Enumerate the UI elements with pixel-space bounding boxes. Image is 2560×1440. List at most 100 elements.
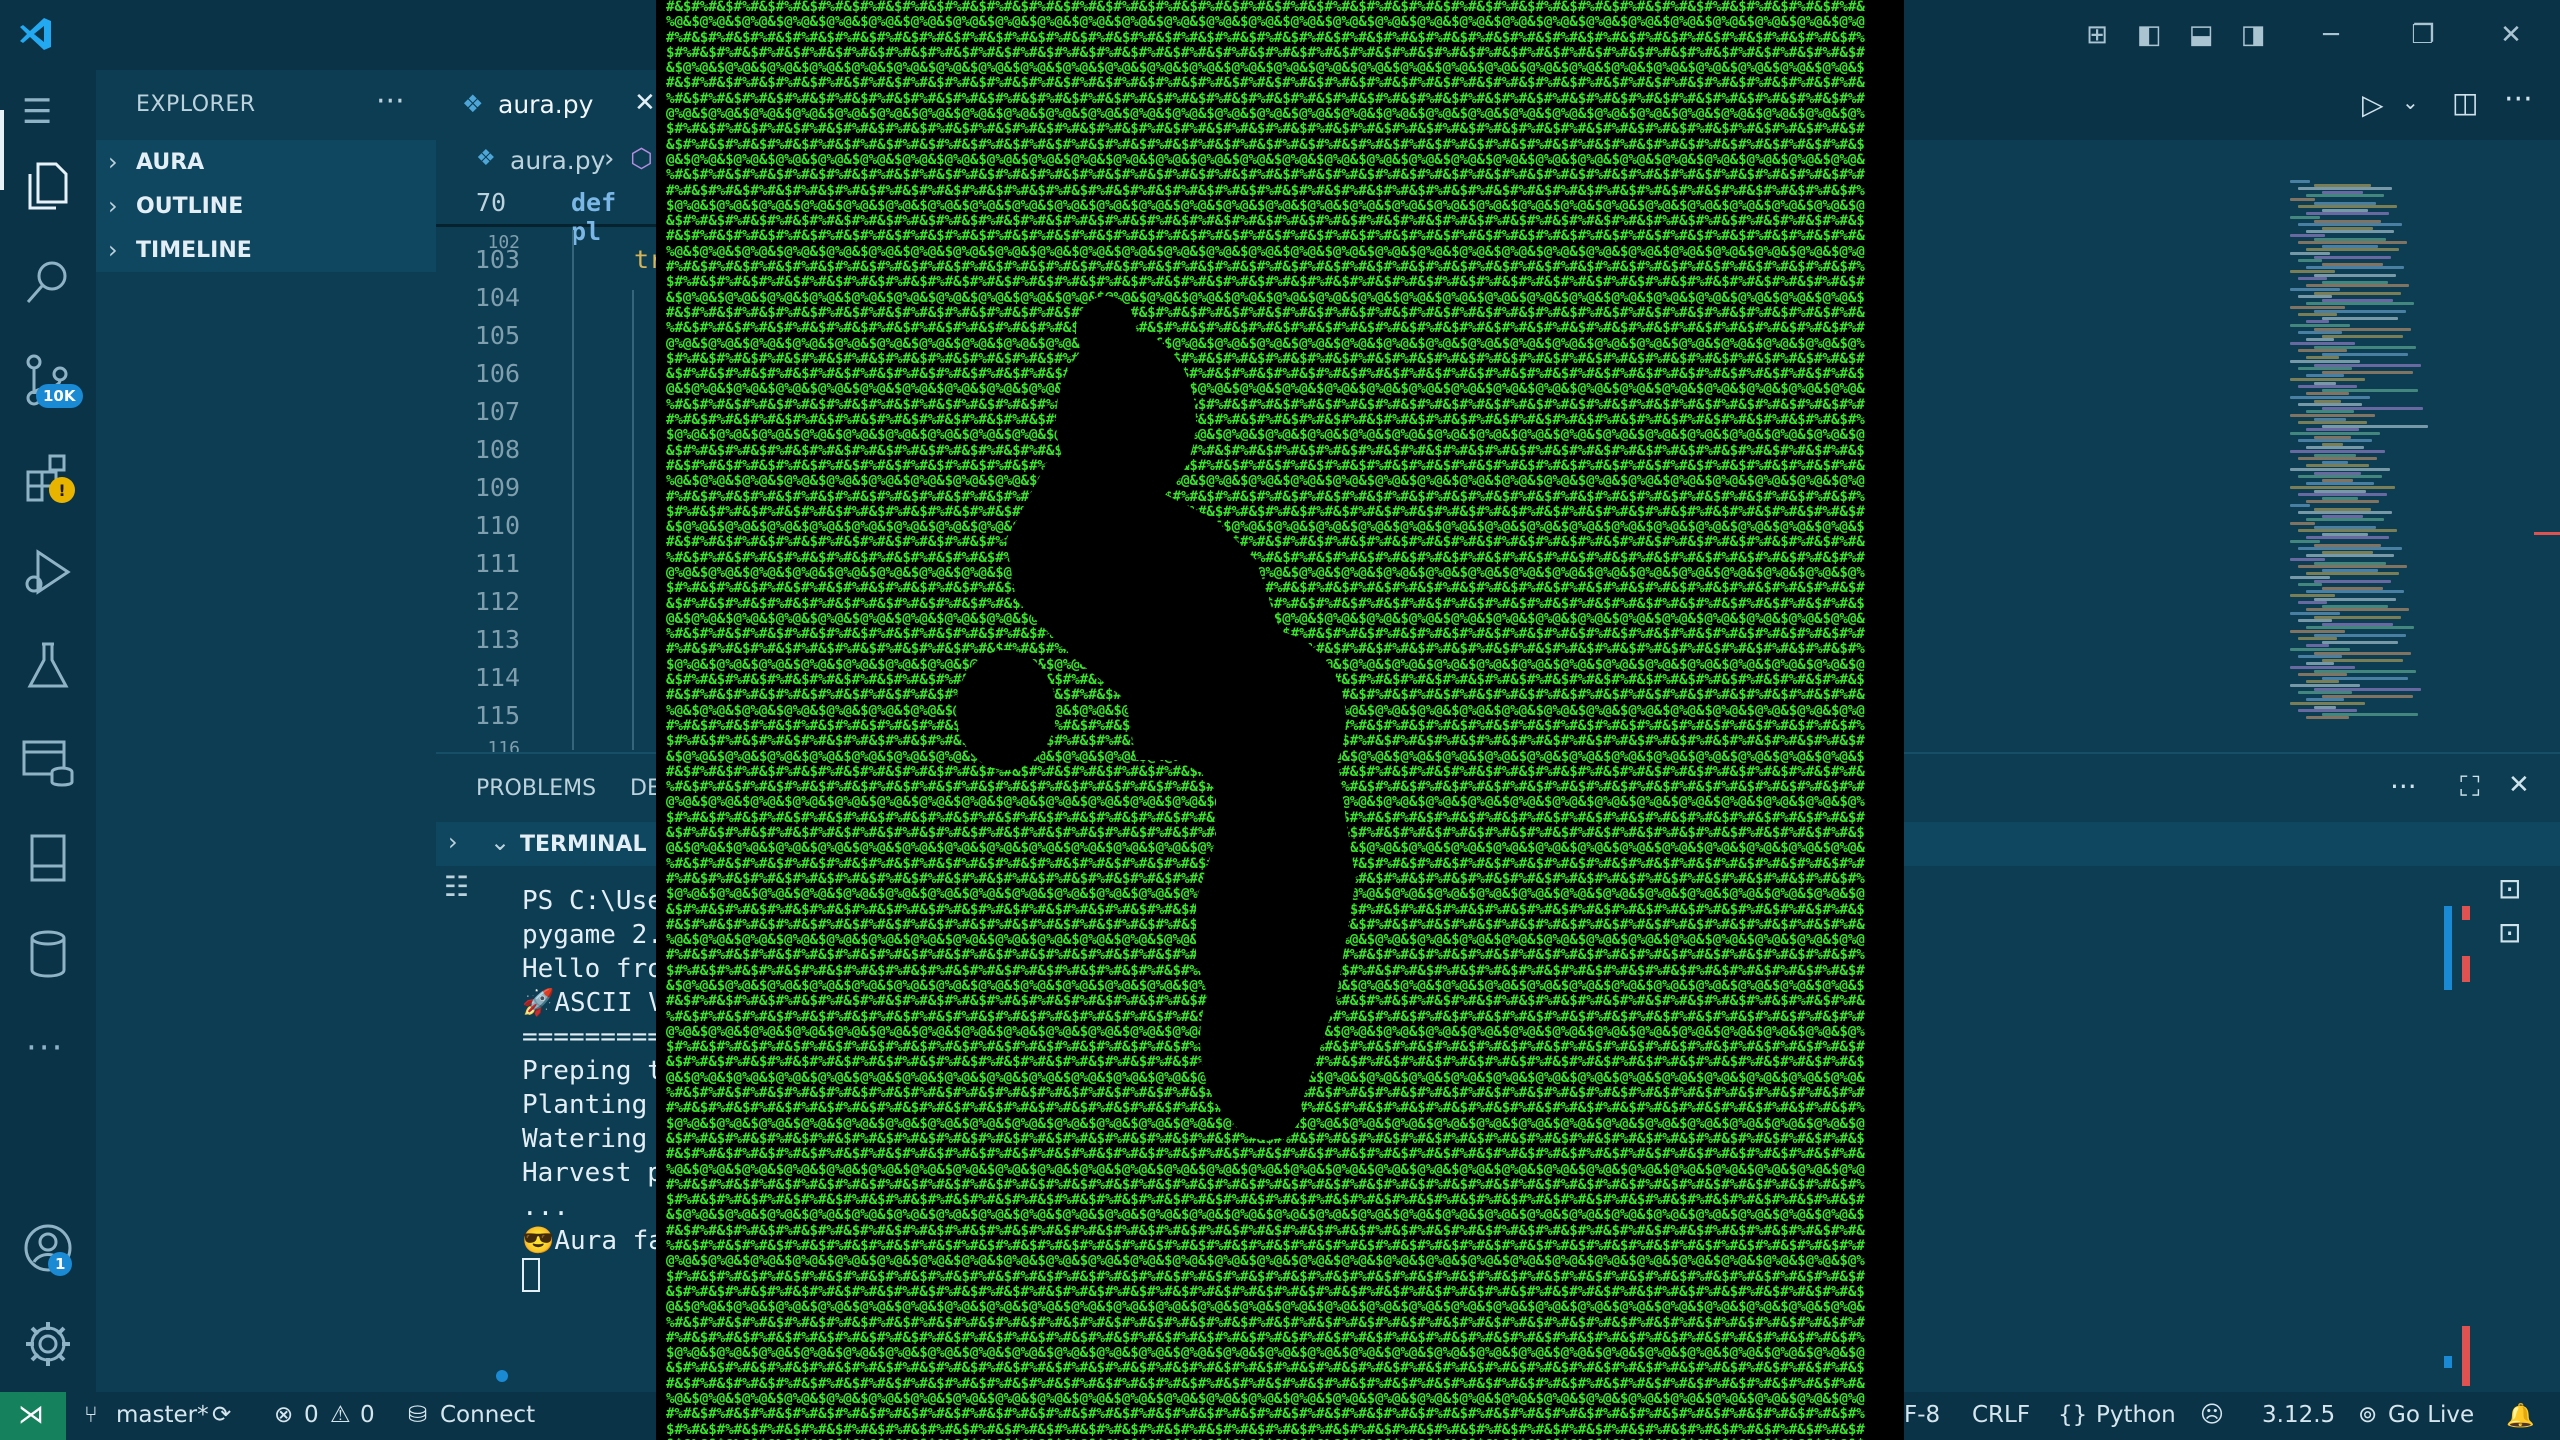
run-python-icon[interactable]: ▷ xyxy=(2362,88,2384,121)
line-number: 104 xyxy=(474,283,520,312)
minimap-line xyxy=(2322,334,2403,338)
language-mode[interactable]: Python xyxy=(2096,1402,2176,1428)
close-panel-icon[interactable]: ✕ xyxy=(2508,770,2530,800)
connect-button[interactable]: Connect xyxy=(440,1402,535,1428)
terminal-cursor[interactable] xyxy=(522,1258,540,1292)
copilot-icon[interactable]: ☹ xyxy=(2200,1402,2224,1428)
remote-indicator[interactable]: ⋊ xyxy=(0,1392,66,1440)
tab-problems[interactable]: PROBLEMS xyxy=(476,776,596,801)
terminal-list-icon[interactable]: ☷ xyxy=(444,870,469,903)
encoding[interactable]: F-8 xyxy=(1904,1402,1940,1428)
more-icon[interactable]: ··· xyxy=(26,1028,64,1068)
terminal-line: Harvest p xyxy=(522,1158,663,1188)
minimap-line xyxy=(2314,597,2396,601)
minimap-line xyxy=(2290,684,2360,687)
minimap[interactable] xyxy=(2290,180,2480,720)
breadcrumb-file[interactable]: aura.py xyxy=(510,146,605,175)
notifications-bell-icon[interactable]: 🔔 xyxy=(2506,1402,2535,1429)
line-number: 115 xyxy=(474,701,520,730)
tab-label: aura.py xyxy=(498,90,594,119)
eol[interactable]: CRLF xyxy=(1972,1402,2030,1428)
chevron-down-icon[interactable]: ⌄ xyxy=(2402,90,2419,114)
search-icon[interactable] xyxy=(22,256,74,308)
minimap-line xyxy=(2314,201,2376,205)
toggle-secondary-sidebar-icon[interactable]: ◨ xyxy=(2238,20,2268,50)
sidebar-more-icon[interactable]: ··· xyxy=(376,84,405,119)
sync-icon[interactable]: ⟳ xyxy=(212,1402,231,1428)
go-live-button[interactable]: Go Live xyxy=(2388,1402,2474,1428)
panel-more-icon[interactable]: ··· xyxy=(2390,770,2417,803)
tab-aura-py[interactable]: ❖ aura.py ✕ xyxy=(436,70,656,140)
ascii-art-window[interactable]: #&$#%#&$#%#&$#%#&$#%#&$#%#&$#%#&$#%#&$#%… xyxy=(656,0,1904,1440)
minimap-line xyxy=(2306,554,2394,558)
section-aura[interactable]: › AURA xyxy=(96,140,436,184)
restore-icon[interactable]: ❐ xyxy=(2408,20,2438,50)
terminal-line: ... xyxy=(522,1192,569,1222)
line-number: 105 xyxy=(474,321,520,350)
minimap-line xyxy=(2314,345,2416,349)
minimap-line xyxy=(2306,356,2339,360)
minimize-icon[interactable]: ─ xyxy=(2316,20,2346,50)
terminal-instance-icon[interactable]: ⊡ xyxy=(2498,872,2521,905)
vscode-logo-icon[interactable] xyxy=(16,14,56,54)
section-outline[interactable]: › OUTLINE xyxy=(96,184,436,228)
minimap-line xyxy=(2314,543,2381,547)
chevron-right-icon[interactable]: › xyxy=(448,828,458,856)
minimap-line xyxy=(2290,270,2335,273)
minimap-line xyxy=(2306,428,2359,432)
line-number: 111 xyxy=(474,549,520,578)
run-debug-icon[interactable] xyxy=(22,546,74,598)
minimap-line xyxy=(2314,615,2401,619)
git-branch[interactable]: master* xyxy=(116,1402,209,1428)
error-count[interactable]: 0 xyxy=(304,1402,319,1428)
minimap-line xyxy=(2322,550,2373,554)
section-timeline[interactable]: › TIMELINE xyxy=(96,228,436,272)
python-version[interactable]: 3.12.5 xyxy=(2262,1402,2335,1428)
menu-icon[interactable]: ☰ xyxy=(22,92,52,132)
remote-explorer-icon[interactable] xyxy=(20,736,76,788)
explorer-icon[interactable] xyxy=(22,158,74,214)
minimap-line xyxy=(2298,619,2332,623)
minimap-line xyxy=(2314,399,2341,403)
minimap-line xyxy=(2314,489,2366,493)
split-editor-icon[interactable]: ◫ xyxy=(2452,86,2478,119)
minimap-line xyxy=(2290,540,2320,543)
minimap-line xyxy=(2322,352,2408,356)
warning-icon[interactable]: ⚠ xyxy=(330,1402,351,1428)
maximize-panel-icon[interactable]: ⛶ xyxy=(2460,770,2480,804)
warning-count[interactable]: 0 xyxy=(360,1402,375,1428)
minimap-line xyxy=(2298,403,2362,407)
sticky-scroll[interactable]: 70 def pl xyxy=(436,184,656,246)
settings-gear-icon[interactable] xyxy=(22,1318,74,1370)
command-decoration-dot xyxy=(496,1370,508,1382)
chevron-down-icon[interactable]: ⌄ xyxy=(490,828,510,856)
minimap-line xyxy=(2314,435,2351,439)
minimap-line xyxy=(2314,705,2336,709)
notebook-icon[interactable] xyxy=(26,832,70,884)
editor-more-icon[interactable]: ··· xyxy=(2504,82,2533,117)
minimap-line xyxy=(2322,514,2363,518)
minimap-line xyxy=(2306,248,2399,252)
minimap-line xyxy=(2298,331,2342,335)
python-file-icon: ❖ xyxy=(462,90,484,118)
line-number: 108 xyxy=(474,435,520,464)
symbol-method-icon[interactable]: ⬡ xyxy=(630,144,653,174)
minimap-error-marker xyxy=(2534,532,2560,535)
close-tab-icon[interactable]: ✕ xyxy=(634,88,656,118)
minimap-line xyxy=(2298,295,2332,299)
line-number: 113 xyxy=(474,625,520,654)
toggle-panel-icon[interactable]: ⬓ xyxy=(2186,20,2216,50)
scroll-marker xyxy=(2462,956,2470,982)
customize-layout-icon[interactable]: ⊞ xyxy=(2082,20,2112,50)
error-icon[interactable]: ⊗ xyxy=(274,1402,293,1428)
dancer-silhouette xyxy=(956,296,1356,1140)
testing-icon[interactable] xyxy=(24,640,72,692)
toggle-primary-sidebar-icon[interactable]: ◧ xyxy=(2134,20,2164,50)
database-icon[interactable] xyxy=(26,928,70,980)
terminal-line: Hello fro xyxy=(522,954,663,984)
terminal-instance-icon[interactable]: ⊡ xyxy=(2498,916,2521,949)
close-window-icon[interactable]: ✕ xyxy=(2496,20,2526,50)
minimap-line xyxy=(2322,388,2418,392)
minimap-line xyxy=(2290,324,2350,327)
minimap-line xyxy=(2306,500,2379,504)
